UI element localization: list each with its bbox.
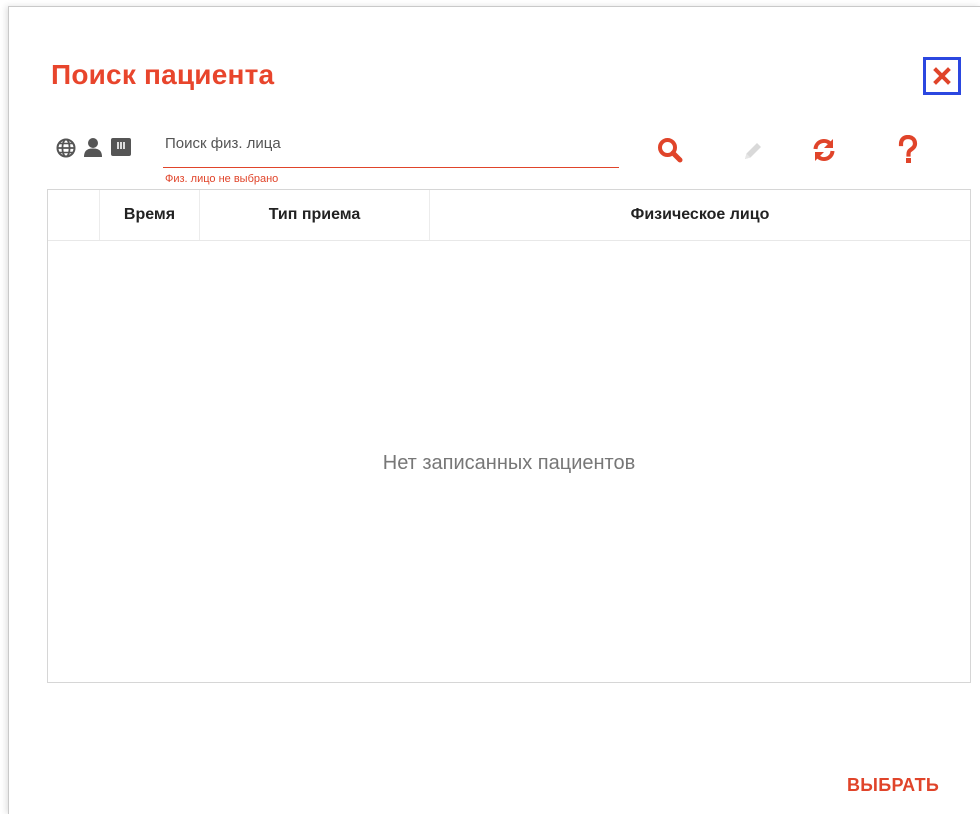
column-header-appointment-type[interactable]: Тип приема	[200, 190, 430, 240]
column-header-person[interactable]: Физическое лицо	[430, 190, 970, 240]
no-person-selected-hint: Физ. лицо не выбрано	[165, 173, 279, 185]
column-header-select[interactable]	[48, 190, 100, 240]
patient-search-dialog: Поиск пациента Физ. лицо не выбрано	[8, 6, 980, 814]
patient-search-field[interactable]	[163, 129, 621, 168]
edit-icon[interactable]	[739, 137, 767, 165]
globe-icon[interactable]	[55, 137, 77, 159]
search-input[interactable]	[163, 129, 621, 152]
close-icon	[933, 67, 951, 85]
search-icon[interactable]	[655, 135, 685, 165]
help-icon[interactable]	[895, 133, 921, 167]
column-header-time[interactable]: Время	[100, 190, 200, 240]
dialog-title: Поиск пациента	[51, 59, 275, 90]
select-button[interactable]: ВЫБРАТЬ	[847, 775, 939, 796]
close-button[interactable]	[923, 57, 961, 95]
id-card-icon[interactable]	[109, 135, 133, 159]
empty-table-message: Нет записанных пациентов	[382, 452, 636, 474]
table-header: Время Тип приема Физическое лицо	[48, 190, 970, 241]
refresh-icon[interactable]	[809, 135, 839, 165]
person-icon[interactable]	[81, 135, 105, 159]
appointments-table: Время Тип приема Физическое лицо Нет зап…	[47, 189, 971, 683]
